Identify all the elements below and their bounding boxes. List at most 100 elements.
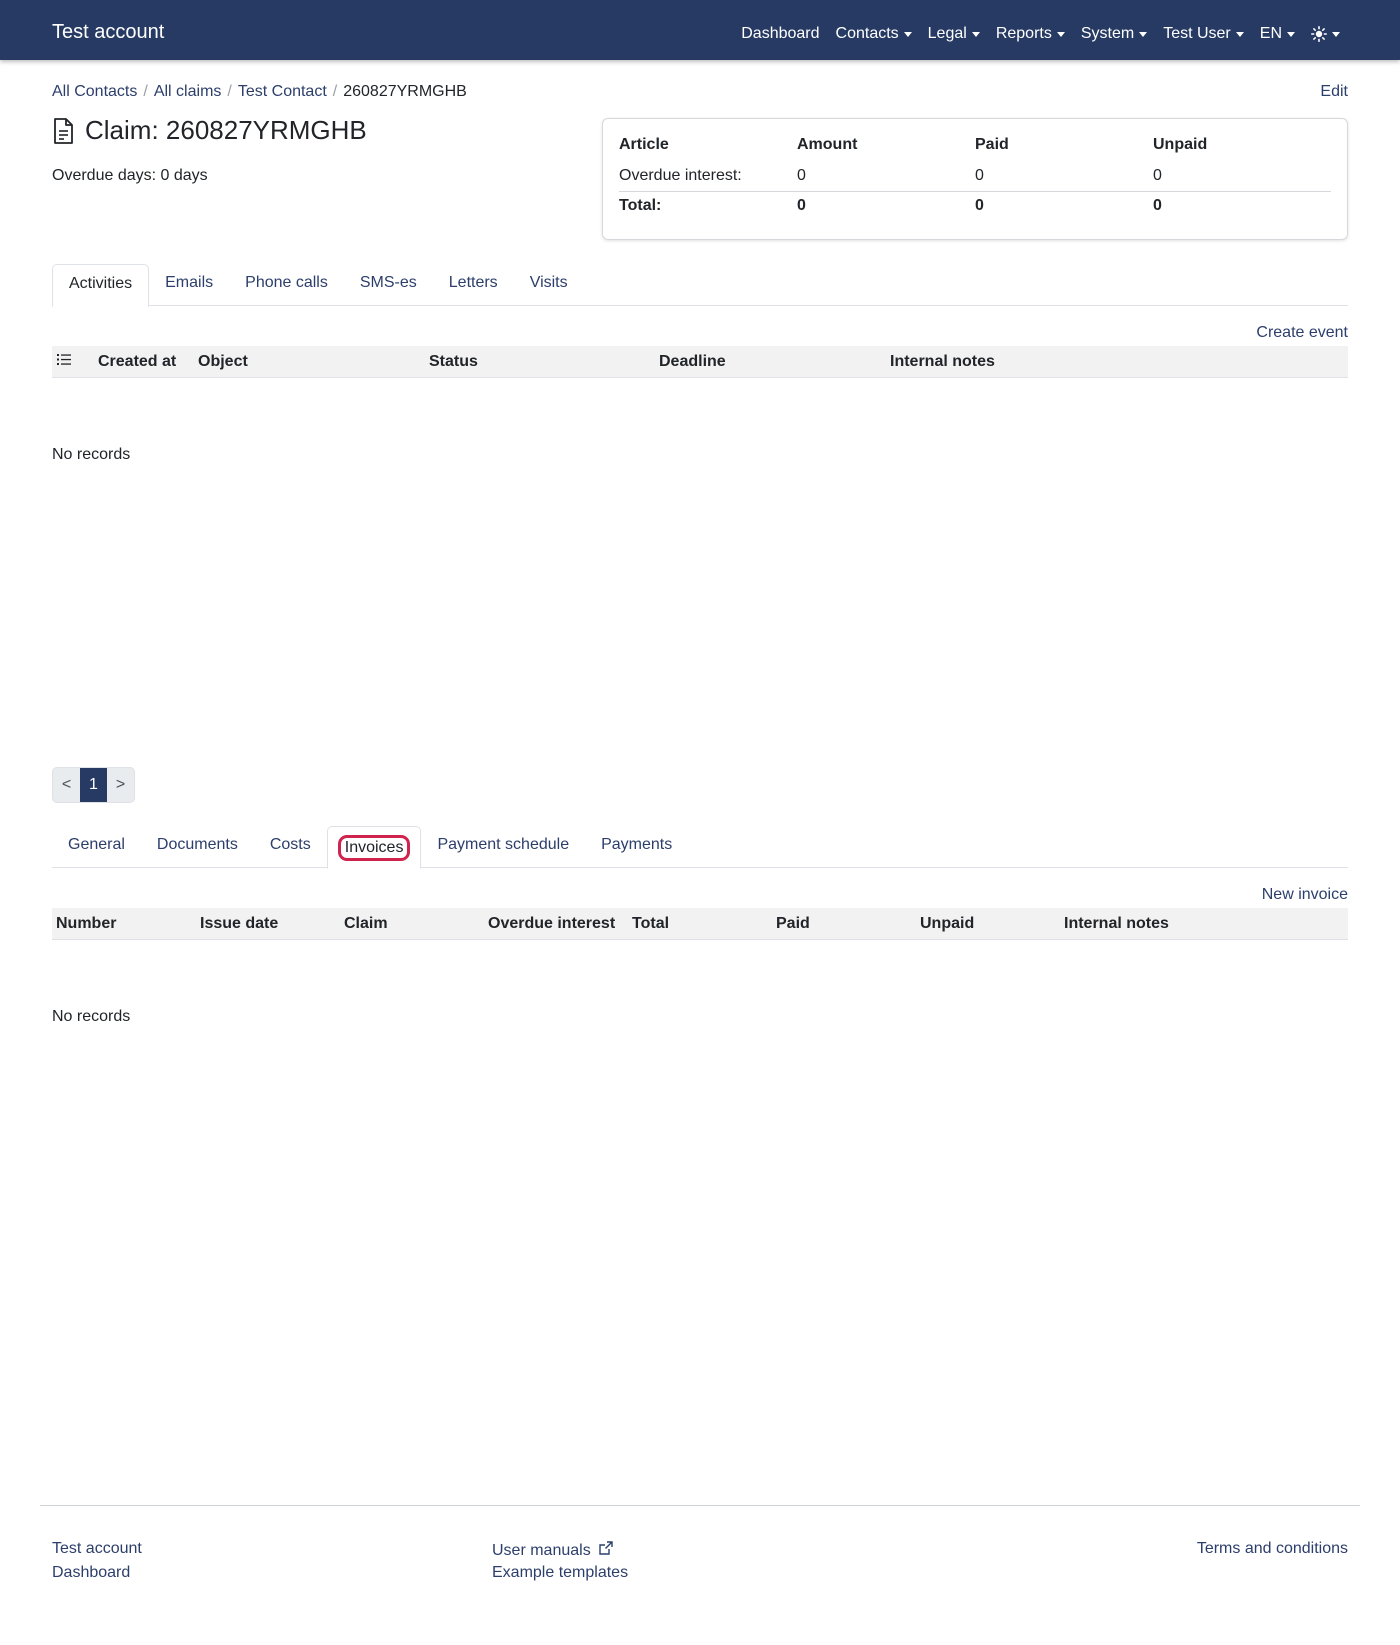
caret-down-icon <box>1056 31 1065 37</box>
claim-summary-table: Article Amount Paid Unpaid Overdue inter… <box>619 131 1331 221</box>
nav-dashboard-label: Dashboard <box>741 25 820 42</box>
footer-user-manuals-link[interactable]: User manuals <box>492 1540 614 1560</box>
column-number[interactable]: Number <box>56 915 116 933</box>
nav-reports-label: Reports <box>995 25 1052 42</box>
theme-toggle-dropdown[interactable] <box>1311 26 1340 42</box>
tab-letters[interactable]: Letters <box>433 264 514 306</box>
footer-example-templates-link[interactable]: Example templates <box>492 1564 628 1582</box>
nav-legal-label: Legal <box>927 25 967 42</box>
tab-documents[interactable]: Documents <box>141 826 254 868</box>
brand-link[interactable]: Test account <box>52 21 164 44</box>
tab-payments[interactable]: Payments <box>585 826 688 868</box>
tab-invoices-label: Invoices <box>337 835 411 861</box>
summary-cell: 0 <box>1153 161 1331 192</box>
nav-reports-dropdown[interactable]: Reports <box>996 25 1065 43</box>
nav-system-dropdown[interactable]: System <box>1080 25 1148 43</box>
footer-test-account-link[interactable]: Test account <box>52 1540 142 1558</box>
column-paid[interactable]: Paid <box>776 915 810 933</box>
nav-user-label: Test User <box>1163 25 1231 42</box>
invoices-empty-text: No records <box>52 1008 131 1025</box>
tab-phone-calls[interactable]: Phone calls <box>229 264 344 306</box>
summary-cell: Total: <box>619 197 662 215</box>
column-status[interactable]: Status <box>429 353 478 371</box>
nav-system-label: System <box>1080 25 1135 42</box>
document-icon <box>52 117 74 145</box>
breadcrumb-current: 260827YRMGHB <box>343 83 467 100</box>
column-issue-date[interactable]: Issue date <box>200 915 278 933</box>
activities-table-header: Created at Object Status Deadline Intern… <box>52 346 1348 378</box>
summary-header-amount: Amount <box>797 136 858 153</box>
tab-sms[interactable]: SMS-es <box>344 264 433 306</box>
caret-down-icon <box>903 31 912 37</box>
column-internal-notes[interactable]: Internal notes <box>890 353 995 371</box>
activity-tabs: Activities Emails Phone calls SMS-es Let… <box>52 264 1348 307</box>
footer-terms-link[interactable]: Terms and conditions <box>1197 1540 1348 1558</box>
nav-user-dropdown[interactable]: Test User <box>1163 25 1244 43</box>
nav-legal-dropdown[interactable]: Legal <box>928 25 980 43</box>
breadcrumb-separator: / <box>227 83 232 100</box>
tab-activities[interactable]: Activities <box>52 264 150 307</box>
breadcrumb-test-contact[interactable]: Test Contact <box>238 83 327 101</box>
pagination: < 1 > <box>52 767 135 803</box>
overdue-days-text: Overdue days: 0 days <box>52 167 208 184</box>
column-total[interactable]: Total <box>632 915 669 933</box>
column-claim[interactable]: Claim <box>344 915 388 933</box>
summary-header-unpaid: Unpaid <box>1153 136 1208 153</box>
caret-down-icon <box>1332 31 1340 37</box>
create-event-link[interactable]: Create event <box>1256 324 1348 342</box>
caret-down-icon <box>1235 31 1244 37</box>
new-invoice-link[interactable]: New invoice <box>1262 886 1348 904</box>
pagination-next[interactable]: > <box>107 768 134 802</box>
breadcrumb-separator: / <box>143 83 148 100</box>
nav-contacts-dropdown[interactable]: Contacts <box>836 25 912 43</box>
page-title: Claim: 260827YRMGHB <box>85 115 367 145</box>
pagination-prev[interactable]: < <box>53 768 80 802</box>
nav-menu: Dashboard Contacts Legal Reports System … <box>725 25 1340 43</box>
summary-cell: 0 <box>975 197 984 215</box>
tab-visits[interactable]: Visits <box>514 264 584 306</box>
nav-language-dropdown[interactable]: EN <box>1260 25 1295 43</box>
column-object[interactable]: Object <box>198 353 248 371</box>
tab-emails[interactable]: Emails <box>149 264 229 306</box>
tab-general[interactable]: General <box>52 826 141 868</box>
summary-header-article: Article <box>619 136 669 153</box>
footer-divider <box>40 1505 1360 1506</box>
breadcrumb-separator: / <box>332 83 338 100</box>
summary-header-paid: Paid <box>975 136 1009 153</box>
activities-empty-text: No records <box>52 446 131 463</box>
summary-cell: 0 <box>797 161 975 192</box>
summary-cell: 0 <box>797 197 806 215</box>
breadcrumb-all-claims[interactable]: All claims <box>154 83 222 101</box>
summary-cell: 0 <box>1153 197 1162 215</box>
claim-detail-tabs: General Documents Costs Invoices Payment… <box>52 826 1348 869</box>
nav-dashboard[interactable]: Dashboard <box>741 25 819 43</box>
external-link-icon <box>598 1540 614 1556</box>
caret-down-icon <box>1139 31 1148 37</box>
page-title-wrap: Claim: 260827YRMGHB <box>52 115 367 146</box>
summary-row-overdue-interest: Overdue interest: 0 0 0 <box>619 161 1331 192</box>
column-created-at[interactable]: Created at <box>98 353 176 371</box>
tab-payment-schedule[interactable]: Payment schedule <box>421 826 585 868</box>
column-unpaid[interactable]: Unpaid <box>920 915 974 933</box>
tab-invoices[interactable]: Invoices <box>326 826 422 869</box>
list-icon[interactable] <box>57 353 71 366</box>
footer-user-manuals-label: User manuals <box>492 1542 591 1559</box>
sun-icon <box>1311 26 1327 42</box>
breadcrumb-all-contacts[interactable]: All Contacts <box>52 83 137 101</box>
edit-link[interactable]: Edit <box>1320 83 1348 101</box>
summary-row-total: Total: 0 0 0 <box>619 191 1331 221</box>
caret-down-icon <box>971 31 980 37</box>
column-deadline[interactable]: Deadline <box>659 353 726 371</box>
summary-header-row: Article Amount Paid Unpaid <box>619 131 1331 161</box>
nav-language-label: EN <box>1259 25 1282 42</box>
pagination-page-1[interactable]: 1 <box>80 768 107 802</box>
invoices-table-header: Number Issue date Claim Overdue interest… <box>52 908 1348 940</box>
column-overdue-interest[interactable]: Overdue interest <box>488 915 615 933</box>
claim-summary-card: Article Amount Paid Unpaid Overdue inter… <box>602 118 1348 240</box>
column-internal-notes[interactable]: Internal notes <box>1064 915 1169 933</box>
breadcrumb: All Contacts / All claims / Test Contact… <box>52 83 467 101</box>
summary-cell: 0 <box>975 161 1153 192</box>
tab-costs[interactable]: Costs <box>254 826 327 868</box>
footer-dashboard-link[interactable]: Dashboard <box>52 1564 130 1582</box>
summary-cell: Overdue interest: <box>619 161 797 192</box>
